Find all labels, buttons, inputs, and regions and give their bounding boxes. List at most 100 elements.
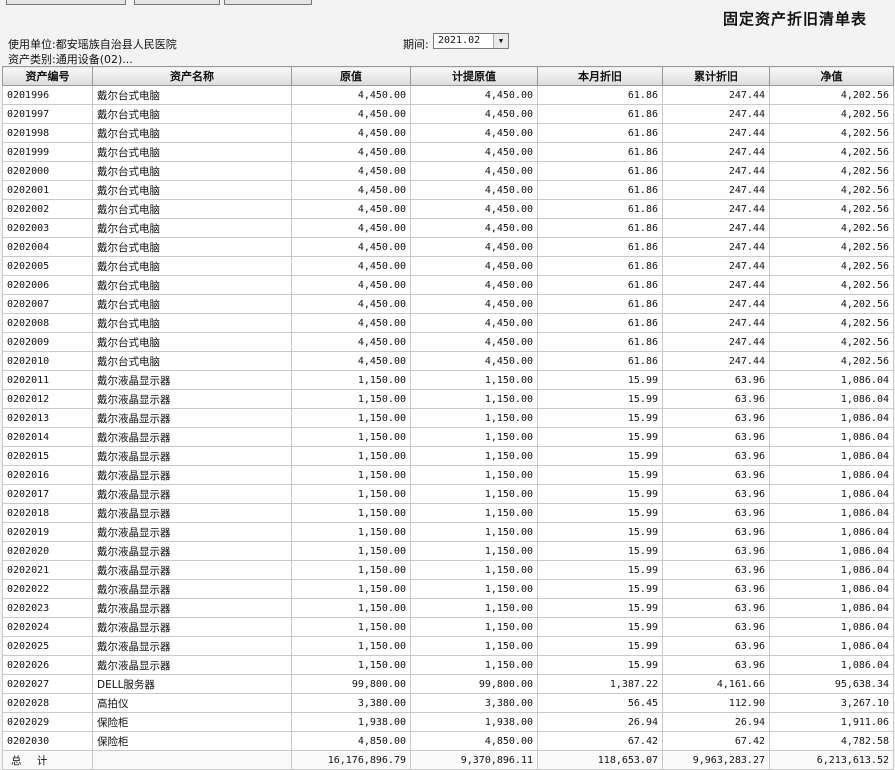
table-row[interactable]: 0202026 戴尔液晶显示器 1,150.00 1,150.00 15.99 63.96… [2,655,894,675]
table-row[interactable]: 0202004 戴尔台式电脑 4,450.00 4,450.00 61.86 247.44… [2,237,894,257]
table-row[interactable]: 0202016 戴尔液晶显示器 1,150.00 1,150.00 15.99 63.96… [2,465,894,485]
cell-accumulated-depreciation: 63.96 [662,408,770,428]
table-row[interactable]: 0202022 戴尔液晶显示器 1,150.00 1,150.00 15.99 63.96… [2,579,894,599]
table-row[interactable]: 0202014 戴尔液晶显示器 1,150.00 1,150.00 15.99 63.96… [2,427,894,447]
cell-net-value: 1,086.04 [769,636,894,656]
cell-monthly-depreciation: 15.99 [537,655,663,675]
table-row[interactable]: 0202020 戴尔液晶显示器 1,150.00 1,150.00 15.99 63.96… [2,541,894,561]
cell-asset-code: 0201998 [2,123,93,143]
cell-net-value: 4,202.56 [769,123,894,143]
cell-original-value: 1,150.00 [291,446,411,466]
cell-asset-name: 戴尔液晶显示器 [92,389,292,409]
cell-asset-name: 戴尔液晶显示器 [92,503,292,523]
table-row[interactable]: 0202018 戴尔液晶显示器 1,150.00 1,150.00 15.99 63.96… [2,503,894,523]
cell-net-value: 1,086.04 [769,465,894,485]
cell-asset-name: 戴尔台式电脑 [92,180,292,200]
toolbar-button-2[interactable] [134,0,220,5]
table-row[interactable]: 0202017 戴尔液晶显示器 1,150.00 1,150.00 15.99 63.96… [2,484,894,504]
table-row[interactable]: 0202030 保险柜 4,850.00 4,850.00 67.42 67.42 4,78… [2,731,894,751]
table-row[interactable]: 0201999 戴尔台式电脑 4,450.00 4,450.00 61.86 247.44… [2,142,894,162]
cell-monthly-depreciation: 61.86 [537,313,663,333]
table-row[interactable]: 0201996 戴尔台式电脑 4,450.00 4,450.00 61.86 247.44… [2,85,894,105]
col-header-asset-name[interactable]: 资产名称 [92,66,292,86]
table-row[interactable]: 0201998 戴尔台式电脑 4,450.00 4,450.00 61.86 247.44… [2,123,894,143]
cell-monthly-depreciation: 15.99 [537,503,663,523]
cell-asset-code: 0202024 [2,617,93,637]
chevron-down-icon[interactable]: ▼ [493,34,508,48]
col-header-original-value[interactable]: 原值 [291,66,411,86]
cell-monthly-depreciation: 15.99 [537,389,663,409]
cell-asset-code: 0202002 [2,199,93,219]
cell-depreciable-value: 1,150.00 [410,636,538,656]
table-row[interactable]: 0202006 戴尔台式电脑 4,450.00 4,450.00 61.86 247.44… [2,275,894,295]
cell-monthly-depreciation: 15.99 [537,636,663,656]
cell-depreciable-value: 1,938.00 [410,712,538,732]
cell-asset-code: 0202008 [2,313,93,333]
cell-original-value: 1,938.00 [291,712,411,732]
cell-net-value: 4,202.56 [769,313,894,333]
cell-depreciable-value: 4,450.00 [410,294,538,314]
cell-depreciable-value: 1,150.00 [410,465,538,485]
cell-asset-name: 高拍仪 [92,693,292,713]
cell-original-value: 1,150.00 [291,389,411,409]
cell-asset-name: 戴尔台式电脑 [92,237,292,257]
col-header-net-value[interactable]: 净值 [769,66,894,86]
period-value: 2021.02 [438,35,481,46]
table-row[interactable]: 0202001 戴尔台式电脑 4,450.00 4,450.00 61.86 247.44… [2,180,894,200]
cell-original-value: 1,150.00 [291,484,411,504]
cell-monthly-depreciation: 15.99 [537,427,663,447]
toolbar-button-1[interactable] [6,0,126,5]
table-row[interactable]: 0202005 戴尔台式电脑 4,450.00 4,450.00 61.86 247.44… [2,256,894,276]
table-row[interactable]: 0202015 戴尔液晶显示器 1,150.00 1,150.00 15.99 63.96… [2,446,894,466]
table-row[interactable]: 0202024 戴尔液晶显示器 1,150.00 1,150.00 15.99 63.96… [2,617,894,637]
table-row[interactable]: 0202007 戴尔台式电脑 4,450.00 4,450.00 61.86 247.44… [2,294,894,314]
cell-depreciable-value: 4,450.00 [410,256,538,276]
table-row[interactable]: 0202008 戴尔台式电脑 4,450.00 4,450.00 61.86 247.44… [2,313,894,333]
cell-accumulated-depreciation: 63.96 [662,579,770,599]
cell-net-value: 3,267.10 [769,693,894,713]
cell-depreciable-value: 4,450.00 [410,218,538,238]
cell-asset-name: 戴尔台式电脑 [92,218,292,238]
table-row[interactable]: 0202000 戴尔台式电脑 4,450.00 4,450.00 61.86 247.44… [2,161,894,181]
cell-net-value: 1,086.04 [769,408,894,428]
cell-accumulated-depreciation: 63.96 [662,427,770,447]
col-header-monthly-depreciation[interactable]: 本月折旧 [537,66,663,86]
table-row[interactable]: 0202002 戴尔台式电脑 4,450.00 4,450.00 61.86 247.44… [2,199,894,219]
cell-original-value: 4,450.00 [291,275,411,295]
table-row[interactable]: 0202028 高拍仪 3,380.00 3,380.00 56.45 112.90 3,2… [2,693,894,713]
col-header-accumulated-depreciation[interactable]: 累计折旧 [662,66,770,86]
col-header-asset-code[interactable]: 资产编号 [2,66,93,86]
toolbar-button-3[interactable] [224,0,312,5]
cell-monthly-depreciation: 15.99 [537,465,663,485]
table-row[interactable]: 0202009 戴尔台式电脑 4,450.00 4,450.00 61.86 247.44… [2,332,894,352]
cell-monthly-depreciation: 15.99 [537,560,663,580]
cell-accumulated-depreciation: 247.44 [662,104,770,124]
cell-original-value: 1,150.00 [291,522,411,542]
cell-asset-code: 0202015 [2,446,93,466]
cell-monthly-depreciation: 15.99 [537,446,663,466]
table-row[interactable]: 0202025 戴尔液晶显示器 1,150.00 1,150.00 15.99 63.96… [2,636,894,656]
cell-accumulated-depreciation: 63.96 [662,541,770,561]
table-row[interactable]: 0202012 戴尔液晶显示器 1,150.00 1,150.00 15.99 63.96… [2,389,894,409]
col-header-depreciable-value[interactable]: 计提原值 [410,66,538,86]
table-row[interactable]: 0202029 保险柜 1,938.00 1,938.00 26.94 26.94 1,91… [2,712,894,732]
cell-depreciable-value: 1,150.00 [410,408,538,428]
table-row[interactable]: 0202003 戴尔台式电脑 4,450.00 4,450.00 61.86 247.44… [2,218,894,238]
cell-depreciable-value: 1,150.00 [410,427,538,447]
cell-net-value: 4,202.56 [769,351,894,371]
table-row[interactable]: 0202010 戴尔台式电脑 4,450.00 4,450.00 61.86 247.44… [2,351,894,371]
table-row[interactable]: 0202011 戴尔液晶显示器 1,150.00 1,150.00 15.99 63.96… [2,370,894,390]
table-row[interactable]: 0202021 戴尔液晶显示器 1,150.00 1,150.00 15.99 63.96… [2,560,894,580]
table-row[interactable]: 0202013 戴尔液晶显示器 1,150.00 1,150.00 15.99 63.96… [2,408,894,428]
table-row[interactable]: 0202019 戴尔液晶显示器 1,150.00 1,150.00 15.99 63.96… [2,522,894,542]
cell-asset-code: 0202013 [2,408,93,428]
cell-original-value: 3,380.00 [291,693,411,713]
period-select[interactable]: 2021.02 ▼ [433,33,509,49]
table-row[interactable]: 0202027 DELL服务器 99,800.00 99,800.00 1,387.22… [2,674,894,694]
table-row[interactable]: 0202023 戴尔液晶显示器 1,150.00 1,150.00 15.99 63.96… [2,598,894,618]
cell-depreciable-value: 1,150.00 [410,389,538,409]
table-row[interactable]: 0201997 戴尔台式电脑 4,450.00 4,450.00 61.86 247.44… [2,104,894,124]
cell-asset-name: 戴尔液晶显示器 [92,598,292,618]
cell-net-value: 1,086.04 [769,598,894,618]
category-label: 资产类别:通用设备(02)... [8,53,133,66]
